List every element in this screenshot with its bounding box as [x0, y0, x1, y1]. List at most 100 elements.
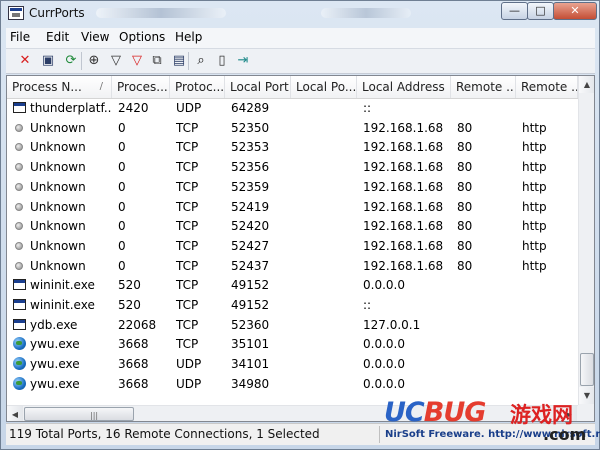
cell-protocol: TCP [176, 317, 199, 332]
cell-remote-port [451, 275, 516, 295]
cell-local-address: 192.168.1.68 [363, 160, 444, 175]
menu-options[interactable]: Options [119, 30, 165, 44]
cell-local-address: 192.168.1.68 [363, 140, 444, 155]
cell-local-address: 0.0.0.0 [363, 278, 405, 293]
table-row[interactable]: Unknown 0 TCP 52419 192.168.1.68 80 http [7, 197, 578, 217]
scroll-left-button[interactable]: ◀ [7, 406, 23, 421]
cell-pid: 2420 [118, 101, 149, 115]
minimize-button[interactable]: — [501, 2, 528, 20]
status-summary: 119 Total Ports, 16 Remote Connections, … [9, 427, 320, 441]
delete-icon[interactable]: ✕ [16, 52, 34, 70]
report-icon[interactable]: ▯ [213, 52, 231, 70]
filter-red-icon[interactable]: ▽ [128, 52, 146, 70]
table-row[interactable]: Unknown 0 TCP 52359 192.168.1.68 80 http [7, 177, 578, 197]
table-row[interactable]: ywu.exe 3668 UDP 34980 0.0.0.0 [7, 374, 578, 394]
find-icon[interactable]: ⌕ [192, 52, 210, 70]
maximize-button[interactable]: □ [527, 2, 554, 20]
watermark-logo: UCBUG [384, 397, 486, 428]
cell-local-port: 64289 [231, 101, 270, 115]
header-col-local-address[interactable]: Local Address [357, 76, 451, 98]
header-col-remote-port[interactable]: Remote ... [451, 76, 516, 98]
menu-help[interactable]: Help [175, 30, 202, 44]
cell-protocol: UDP [176, 376, 202, 391]
table-row[interactable]: thunderplatf... 2420 UDP 64289:: [7, 98, 578, 118]
cell-local-port: 35101 [231, 337, 270, 352]
cell-pid: 520 [118, 298, 141, 312]
vertical-scroll-thumb[interactable] [580, 353, 594, 386]
table-row[interactable]: ywu.exe 3668 UDP 34101 0.0.0.0 [7, 354, 578, 374]
cell-local-port-name [291, 236, 357, 256]
cell-local-port-name [291, 137, 357, 157]
refresh-icon[interactable]: ⟳ [62, 52, 80, 70]
cell-local-port-name [291, 315, 357, 335]
cell-process: ywu.exe [30, 337, 80, 352]
horizontal-scroll-thumb[interactable]: ||| [24, 407, 134, 421]
menu-file[interactable]: File [10, 30, 30, 44]
table-row[interactable]: Unknown 0 TCP 52437 192.168.1.68 80 http [7, 256, 578, 276]
cell-remote-port-name: http [522, 258, 547, 273]
save-icon[interactable]: ▣ [39, 52, 57, 70]
table-row[interactable]: ydb.exe 22068 TCP 52360 127.0.0.1 [7, 315, 578, 335]
cell-remote-port-name [516, 275, 578, 295]
cell-process: Unknown [30, 179, 86, 194]
cell-pid: 22068 [118, 317, 157, 332]
cell-local-port-name [291, 256, 357, 276]
cell-protocol: TCP [176, 298, 199, 312]
header-col-protocol[interactable]: Protoc... [170, 76, 225, 98]
cell-protocol: TCP [176, 199, 199, 214]
header-label: Protoc... [175, 80, 225, 94]
cell-remote-port: 80 [457, 179, 473, 194]
title-bar[interactable]: CurrPorts — □ ✕ [1, 1, 599, 27]
cell-local-address: 0.0.0.0 [363, 357, 405, 372]
vertical-scrollbar[interactable]: ▲ ▼ [578, 76, 594, 405]
table-row[interactable]: ywu.exe 3668 TCP 35101 0.0.0.0 [7, 334, 578, 354]
table-row[interactable]: Unknown 0 TCP 52353 192.168.1.68 80 http [7, 137, 578, 157]
cell-remote-port-name [516, 315, 578, 335]
cell-pid: 3668 [118, 357, 149, 372]
status-divider [379, 426, 380, 443]
header-col-process-name[interactable]: Process N... / [7, 76, 112, 98]
cell-remote-port: 80 [457, 160, 473, 175]
cell-remote-port: 80 [457, 219, 473, 234]
menu-view[interactable]: View [81, 30, 109, 44]
cell-protocol: TCP [176, 179, 199, 194]
header-col-local-port-name[interactable]: Local Po... [291, 76, 357, 98]
cell-pid: 0 [118, 120, 126, 135]
header-label: Remote ... [456, 80, 516, 94]
cell-protocol: TCP [176, 120, 199, 135]
cell-local-port-name [291, 354, 357, 374]
scroll-up-button[interactable]: ▲ [579, 76, 594, 93]
table-row[interactable]: Unknown 0 TCP 52350 192.168.1.68 80 http [7, 118, 578, 138]
cell-pid: 0 [118, 179, 126, 194]
cell-local-port: 52356 [231, 160, 270, 175]
unknown-process-icon [15, 123, 23, 132]
table-row[interactable]: Unknown 0 TCP 52427 192.168.1.68 80 http [7, 236, 578, 256]
table-row[interactable]: Unknown 0 TCP 52420 192.168.1.68 80 http [7, 216, 578, 236]
cell-process: Unknown [30, 219, 86, 234]
menu-edit[interactable]: Edit [46, 30, 69, 44]
cell-pid: 3668 [118, 376, 149, 391]
cell-protocol: TCP [176, 140, 199, 155]
table-row[interactable]: wininit.exe 520 TCP 49152:: [7, 295, 578, 315]
cell-remote-port [451, 374, 516, 394]
html-report-icon[interactable]: ▤ [170, 52, 188, 70]
cell-local-address: 192.168.1.68 [363, 258, 444, 273]
close-button[interactable]: ✕ [553, 2, 597, 20]
copy-icon[interactable]: ⧉ [148, 52, 166, 70]
table-row[interactable]: wininit.exe 520 TCP 49152 0.0.0.0 [7, 275, 578, 295]
cell-process: wininit.exe [30, 278, 95, 293]
properties-icon[interactable]: ⊕ [85, 52, 103, 70]
table-row[interactable]: Unknown 0 TCP 52356 192.168.1.68 80 http [7, 157, 578, 177]
exit-icon[interactable]: ⇥ [234, 52, 252, 70]
header-col-local-port[interactable]: Local Port [225, 76, 291, 98]
cell-local-port: 52437 [231, 258, 270, 273]
cell-protocol: TCP [176, 160, 199, 175]
header-col-remote-port-name[interactable]: Remote ... [516, 76, 578, 98]
cell-local-port: 52420 [231, 219, 270, 234]
sort-indicator-icon: / [99, 81, 103, 92]
header-label: Process N... [12, 80, 82, 94]
header-col-process-id[interactable]: Proces... [112, 76, 170, 98]
cell-remote-port-name [516, 295, 578, 315]
filter-icon[interactable]: ▽ [107, 52, 125, 70]
cell-local-address: 127.0.0.1 [363, 317, 421, 332]
